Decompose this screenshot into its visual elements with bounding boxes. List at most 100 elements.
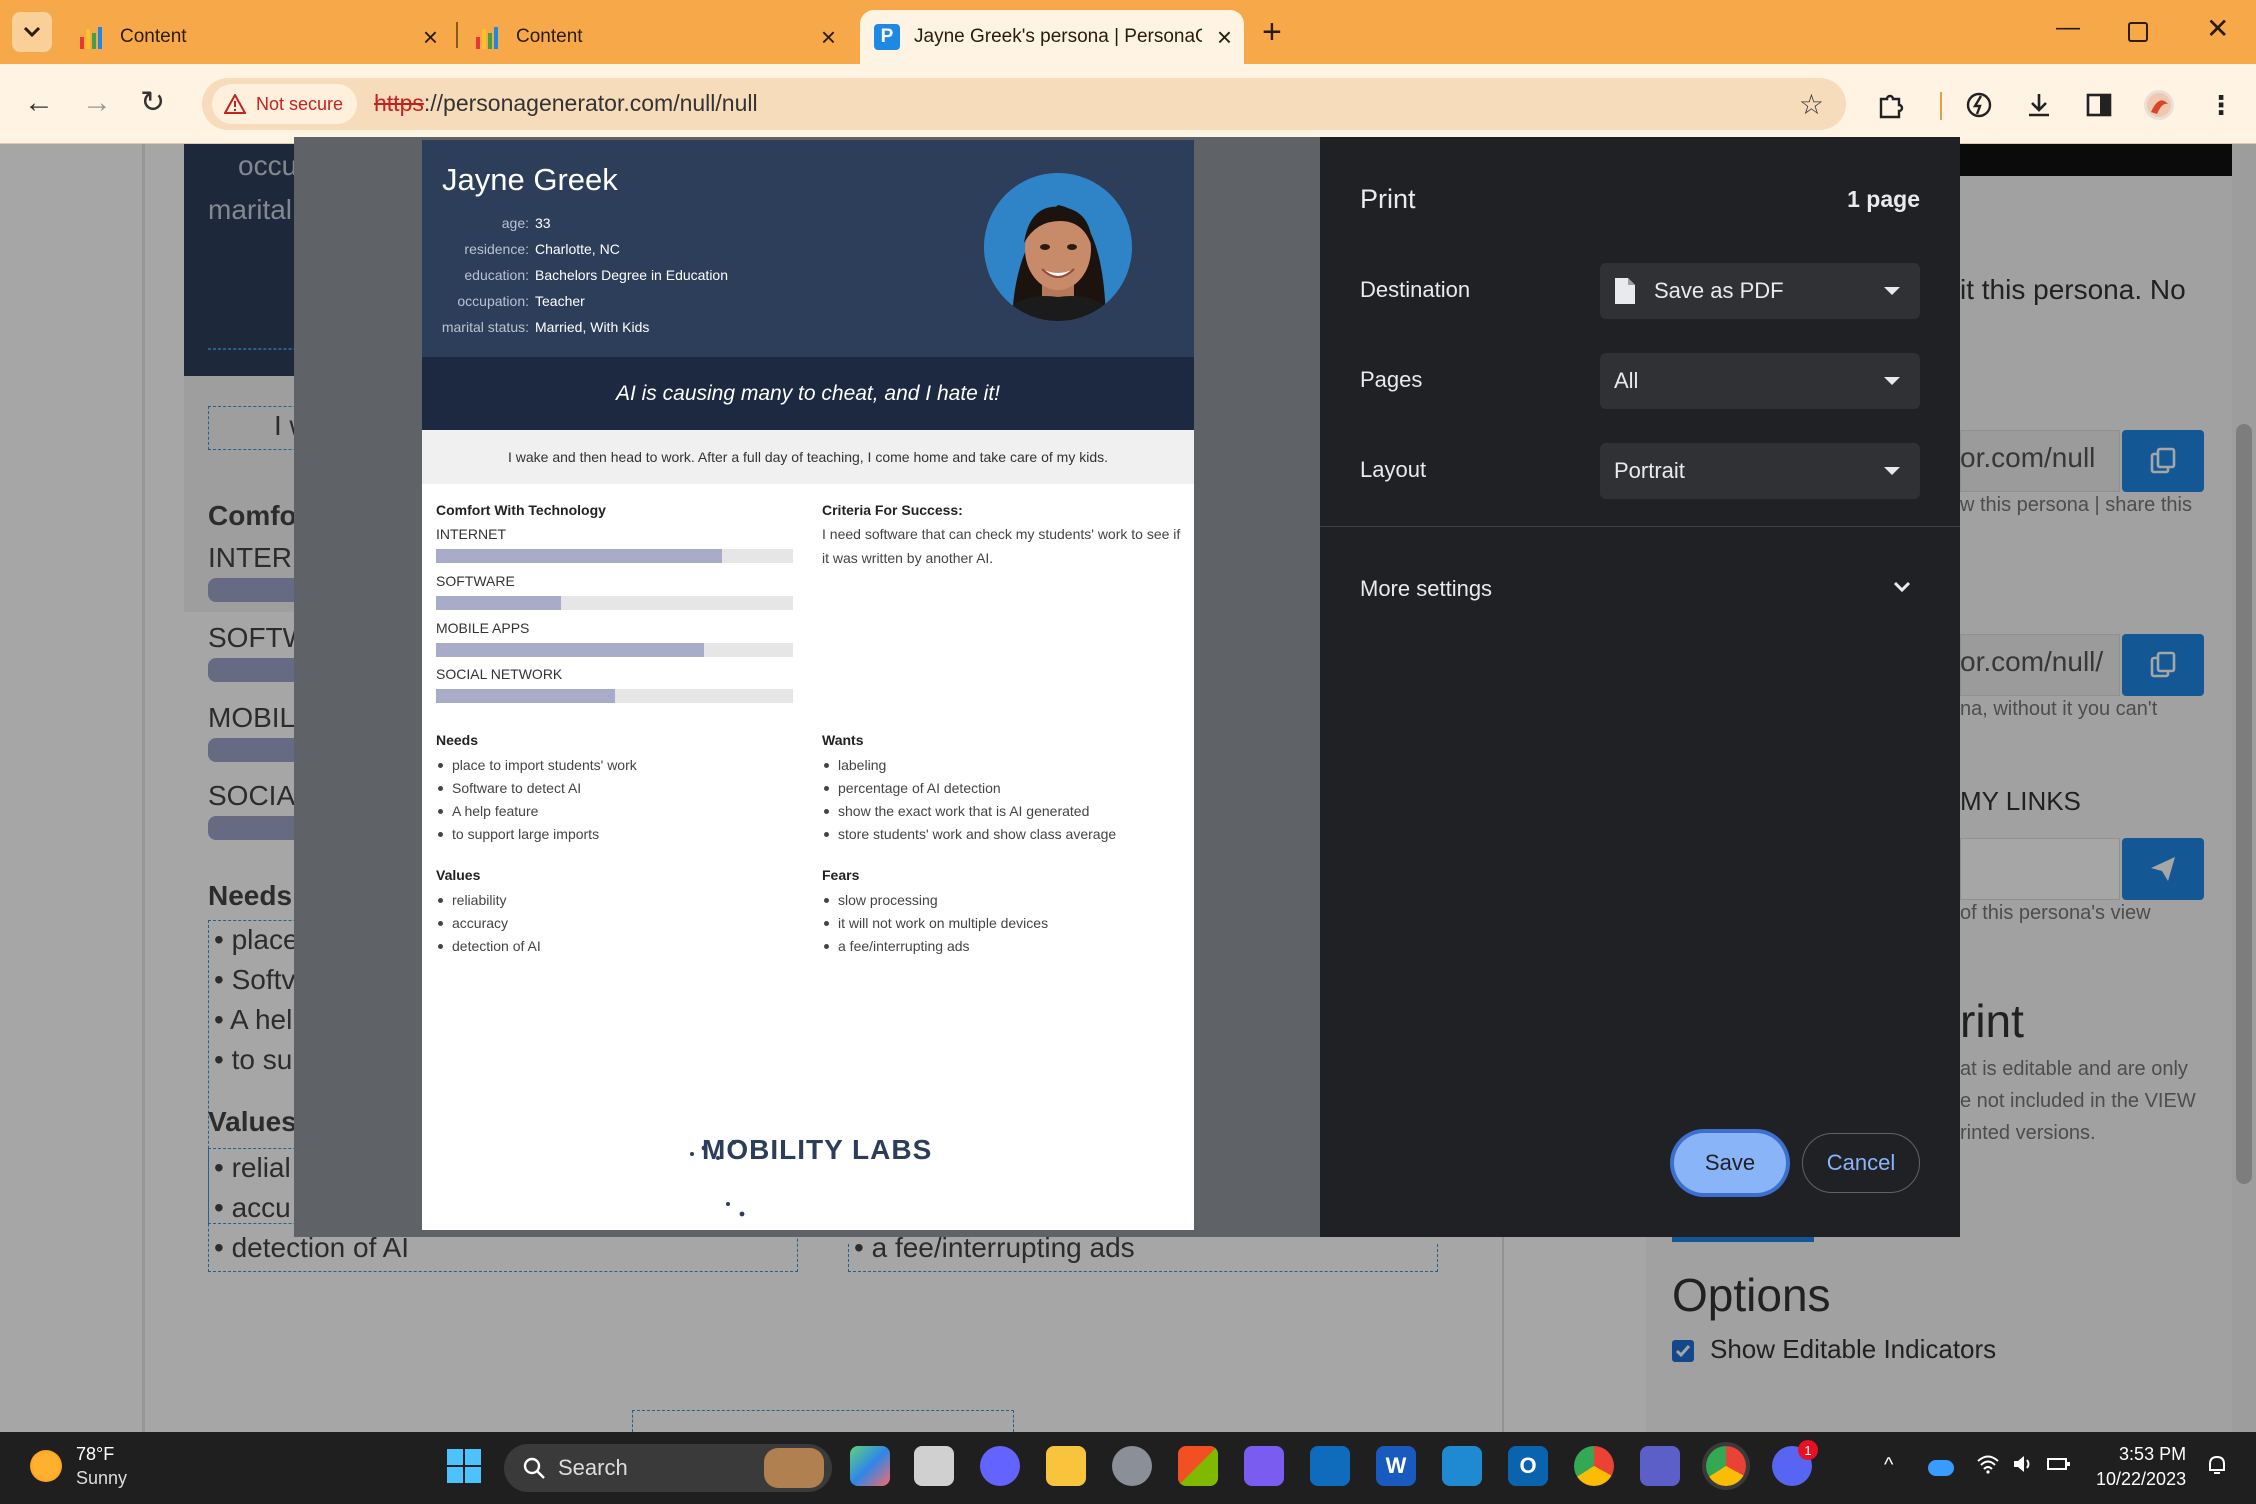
sun-icon[interactable] xyxy=(30,1450,62,1482)
comfort-internet-bar xyxy=(436,549,793,563)
persona-header: Jayne Greek age: 33 residence: Charlotte, … xyxy=(422,140,1194,357)
microsoft-store-icon[interactable] xyxy=(1178,1446,1218,1486)
teams-icon[interactable] xyxy=(1640,1446,1680,1486)
comfort-social-label: SOCIAL NETWORK xyxy=(436,666,563,682)
close-tab-icon[interactable]: × xyxy=(423,24,438,50)
attribute-residence: residence: Charlotte, NC xyxy=(464,241,620,257)
save-button[interactable]: Save xyxy=(1674,1133,1786,1193)
file-explorer-icon[interactable] xyxy=(1046,1446,1086,1486)
visual-studio-icon[interactable] xyxy=(1244,1446,1284,1486)
more-menu-icon[interactable]: ⋮ xyxy=(2206,90,2236,120)
warning-icon xyxy=(224,94,246,114)
layout-select[interactable]: Portrait xyxy=(1600,443,1920,499)
show-hidden-icons-icon[interactable]: ^ xyxy=(1884,1454,1893,1477)
side-panel-icon[interactable] xyxy=(2084,90,2114,120)
security-chip[interactable]: Not secure xyxy=(212,84,358,124)
persona-favicon-icon: P xyxy=(874,24,900,50)
extensions-icon[interactable] xyxy=(1876,90,1906,120)
chevron-down-icon[interactable] xyxy=(1892,574,1912,600)
fears-list: slow processing it will not work on mult… xyxy=(822,889,1048,958)
chart-favicon-icon xyxy=(476,25,500,49)
comfort-social-bar xyxy=(436,689,793,703)
destination-label: Destination xyxy=(1360,277,1471,302)
profile-avatar[interactable] xyxy=(2144,90,2174,120)
print-preview-sheet: Jayne Greek age: 33 residence: Charlotte, … xyxy=(422,140,1194,1230)
url-path: ://personagenerator.com/null/null xyxy=(423,90,758,116)
remote-desktop-icon[interactable] xyxy=(1310,1446,1350,1486)
tab-search-button[interactable] xyxy=(12,12,52,52)
battery-icon[interactable] xyxy=(2046,1454,2072,1480)
volume-icon[interactable] xyxy=(2012,1454,2036,1480)
notification-badge: 1 xyxy=(1798,1440,1818,1460)
forward-button[interactable]: → xyxy=(82,86,112,120)
values-title: Values xyxy=(436,867,481,883)
more-settings-toggle[interactable]: More settings xyxy=(1360,576,1492,602)
discord-icon[interactable]: 1 xyxy=(1772,1440,1818,1486)
teams-chat-icon[interactable] xyxy=(980,1446,1020,1486)
comfort-software-bar xyxy=(436,596,793,610)
chrome-active-icon[interactable] xyxy=(1706,1446,1746,1486)
tab-title: Jayne Greek's persona | PersonaG xyxy=(914,26,1202,47)
taskbar-search[interactable]: Search xyxy=(504,1444,832,1492)
dropdown-caret-icon xyxy=(1884,287,1900,295)
back-button[interactable]: ← xyxy=(24,86,54,120)
tab-content-2[interactable]: Content × xyxy=(462,10,848,64)
settings-gear-icon[interactable] xyxy=(1112,1446,1152,1486)
persona-name: Jayne Greek xyxy=(442,162,618,197)
cancel-button[interactable]: Cancel xyxy=(1802,1133,1920,1193)
new-tab-button[interactable]: + xyxy=(1262,14,1282,50)
url-text[interactable]: https://personagenerator.com/null/null xyxy=(374,90,758,117)
want-item: labeling xyxy=(822,754,1116,777)
bookmark-star-icon[interactable]: ☆ xyxy=(1799,88,1824,121)
wants-title: Wants xyxy=(822,732,864,748)
vscode-icon[interactable] xyxy=(1442,1446,1482,1486)
wifi-icon[interactable] xyxy=(1976,1454,2000,1480)
clock-date: 10/22/2023 xyxy=(2096,1469,2187,1489)
task-view-icon[interactable] xyxy=(914,1446,954,1486)
onedrive-icon[interactable] xyxy=(1928,1460,1954,1476)
print-settings-panel: Print 1 page Destination Save as PDF Pag… xyxy=(1320,137,1960,1237)
tab-title: Content xyxy=(516,26,583,47)
want-item: store students' work and show class aver… xyxy=(822,823,1116,846)
tab-title: Content xyxy=(120,26,187,47)
weather-temperature[interactable]: 78°F xyxy=(76,1444,114,1465)
weather-condition[interactable]: Sunny xyxy=(76,1468,127,1489)
copilot-preview-icon[interactable] xyxy=(850,1446,890,1486)
outlook-icon[interactable]: O xyxy=(1508,1446,1548,1486)
value-item: detection of AI xyxy=(436,935,541,958)
settings-divider xyxy=(1320,526,1960,527)
pages-select[interactable]: All xyxy=(1600,353,1920,409)
search-highlight-icon xyxy=(764,1448,824,1488)
browser-toolbar: ← → ↻ Not secure https://personagenerato… xyxy=(0,64,2256,144)
tab-separator xyxy=(456,22,458,48)
need-item: A help feature xyxy=(436,800,637,823)
tab-content-1[interactable]: Content × xyxy=(64,10,450,64)
comfort-mobile-bar xyxy=(436,643,793,657)
needs-list: place to import students' work Software … xyxy=(436,754,637,846)
close-tab-icon[interactable]: × xyxy=(1217,24,1232,50)
close-tab-icon[interactable]: × xyxy=(821,24,836,50)
download-icon[interactable] xyxy=(2024,90,2054,120)
word-icon[interactable]: W xyxy=(1376,1446,1416,1486)
persona-attributes: age: 33 residence: Charlotte, NC education… xyxy=(422,210,922,340)
windows-start-icon[interactable] xyxy=(444,1446,484,1486)
chrome-icon[interactable] xyxy=(1574,1446,1614,1486)
close-window-button[interactable]: ✕ xyxy=(2206,12,2229,45)
minimize-button[interactable]: — xyxy=(2056,14,2080,42)
comfort-social-fill xyxy=(436,689,615,703)
windows-taskbar: 78°F Sunny Search W O 1 ^ 3:53 PM 10/22/… xyxy=(0,1432,2256,1504)
address-bar[interactable]: Not secure https://personagenerator.com/… xyxy=(202,78,1846,130)
tab-persona-active[interactable]: P Jayne Greek's persona | PersonaG × xyxy=(860,10,1244,64)
system-clock[interactable]: 3:53 PM 10/22/2023 xyxy=(2096,1442,2186,1492)
restore-button[interactable] xyxy=(2128,22,2148,42)
want-item: percentage of AI detection xyxy=(822,777,1116,800)
url-scheme: https xyxy=(374,90,424,116)
layout-label: Layout xyxy=(1360,457,1427,482)
performance-icon[interactable] xyxy=(1964,90,1994,120)
destination-select[interactable]: Save as PDF xyxy=(1600,263,1920,319)
need-item: Software to detect AI xyxy=(436,777,637,800)
need-item: place to import students' work xyxy=(436,754,637,777)
notifications-bell-icon[interactable] xyxy=(2206,1454,2228,1482)
reload-button[interactable]: ↻ xyxy=(140,86,165,120)
pages-label: Pages xyxy=(1360,367,1423,392)
